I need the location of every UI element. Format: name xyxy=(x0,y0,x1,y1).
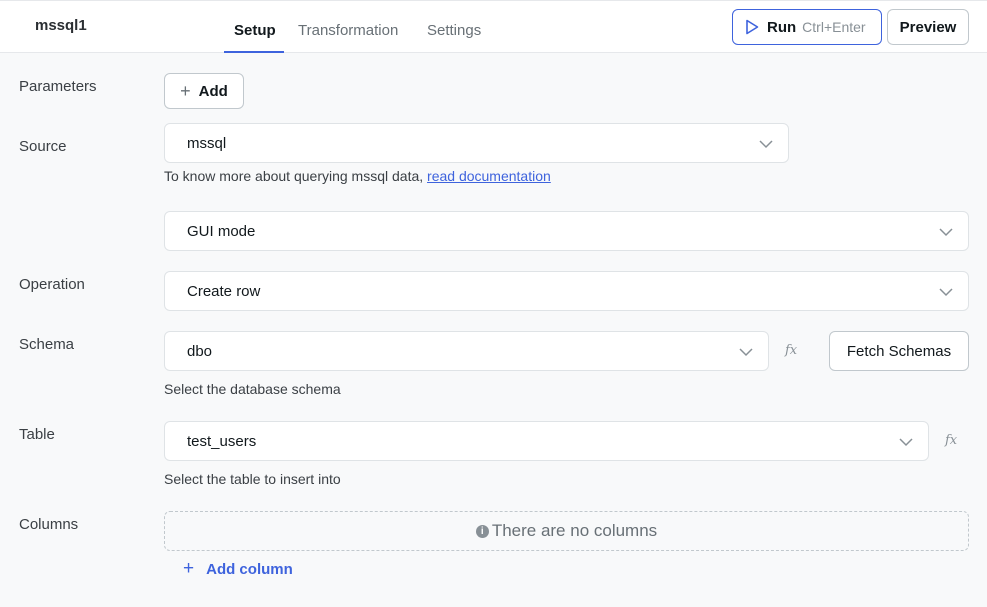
preview-button[interactable]: Preview xyxy=(887,9,969,45)
schema-fx-toggle[interactable]: fx xyxy=(785,343,797,358)
table-fx-toggle[interactable]: fx xyxy=(945,433,957,448)
schema-value: dbo xyxy=(187,342,213,360)
chevron-down-icon xyxy=(939,288,953,297)
read-documentation-link[interactable]: read documentation xyxy=(427,168,551,184)
add-parameter-button[interactable]: + Add xyxy=(164,73,244,109)
add-column-button[interactable]: + Add column xyxy=(183,558,293,580)
schema-help: Select the database schema xyxy=(164,381,341,397)
source-value: mssql xyxy=(187,134,227,152)
table-help: Select the table to insert into xyxy=(164,471,341,487)
schema-label: Schema xyxy=(19,336,75,353)
mode-select[interactable]: GUI mode xyxy=(164,211,969,251)
columns-label: Columns xyxy=(19,516,79,533)
source-help-text: To know more about querying mssql data, xyxy=(164,168,424,184)
chevron-down-icon xyxy=(939,228,953,237)
chevron-down-icon xyxy=(899,438,913,447)
source-help: To know more about querying mssql data, … xyxy=(164,168,551,184)
run-button[interactable]: Run Ctrl+Enter xyxy=(732,9,882,45)
schema-select[interactable]: dbo xyxy=(164,331,769,371)
add-column-label: Add column xyxy=(206,560,293,578)
run-shortcut-hint: Ctrl+Enter xyxy=(802,19,866,35)
plus-icon: + xyxy=(180,80,191,101)
plus-icon: + xyxy=(183,558,195,579)
active-tab-indicator xyxy=(224,51,284,53)
chevron-down-icon xyxy=(759,140,773,149)
source-select[interactable]: mssql xyxy=(164,123,789,163)
query-header: mssql1 Setup Transformation Settings Run… xyxy=(0,0,987,53)
tab-settings[interactable]: Settings xyxy=(427,22,481,39)
info-icon: i xyxy=(475,524,489,538)
table-label: Table xyxy=(19,426,55,443)
fetch-schemas-button[interactable]: Fetch Schemas xyxy=(829,331,969,371)
query-name[interactable]: mssql1 xyxy=(35,17,87,34)
table-value: test_users xyxy=(187,432,257,450)
parameters-label: Parameters xyxy=(19,78,97,95)
add-parameter-label: Add xyxy=(198,82,228,100)
mode-value: GUI mode xyxy=(187,222,256,240)
run-button-label: Run xyxy=(767,18,797,36)
source-label: Source xyxy=(19,138,67,155)
tab-transformation[interactable]: Transformation xyxy=(298,22,398,39)
operation-label: Operation xyxy=(19,276,85,293)
columns-empty-text: There are no columns xyxy=(491,521,658,540)
chevron-down-icon xyxy=(739,348,753,357)
columns-empty-state: i There are no columns xyxy=(164,511,969,551)
table-select[interactable]: test_users xyxy=(164,421,929,461)
play-icon xyxy=(746,19,759,35)
operation-select[interactable]: Create row xyxy=(164,271,969,311)
operation-value: Create row xyxy=(187,282,261,300)
tab-setup[interactable]: Setup xyxy=(234,22,276,39)
